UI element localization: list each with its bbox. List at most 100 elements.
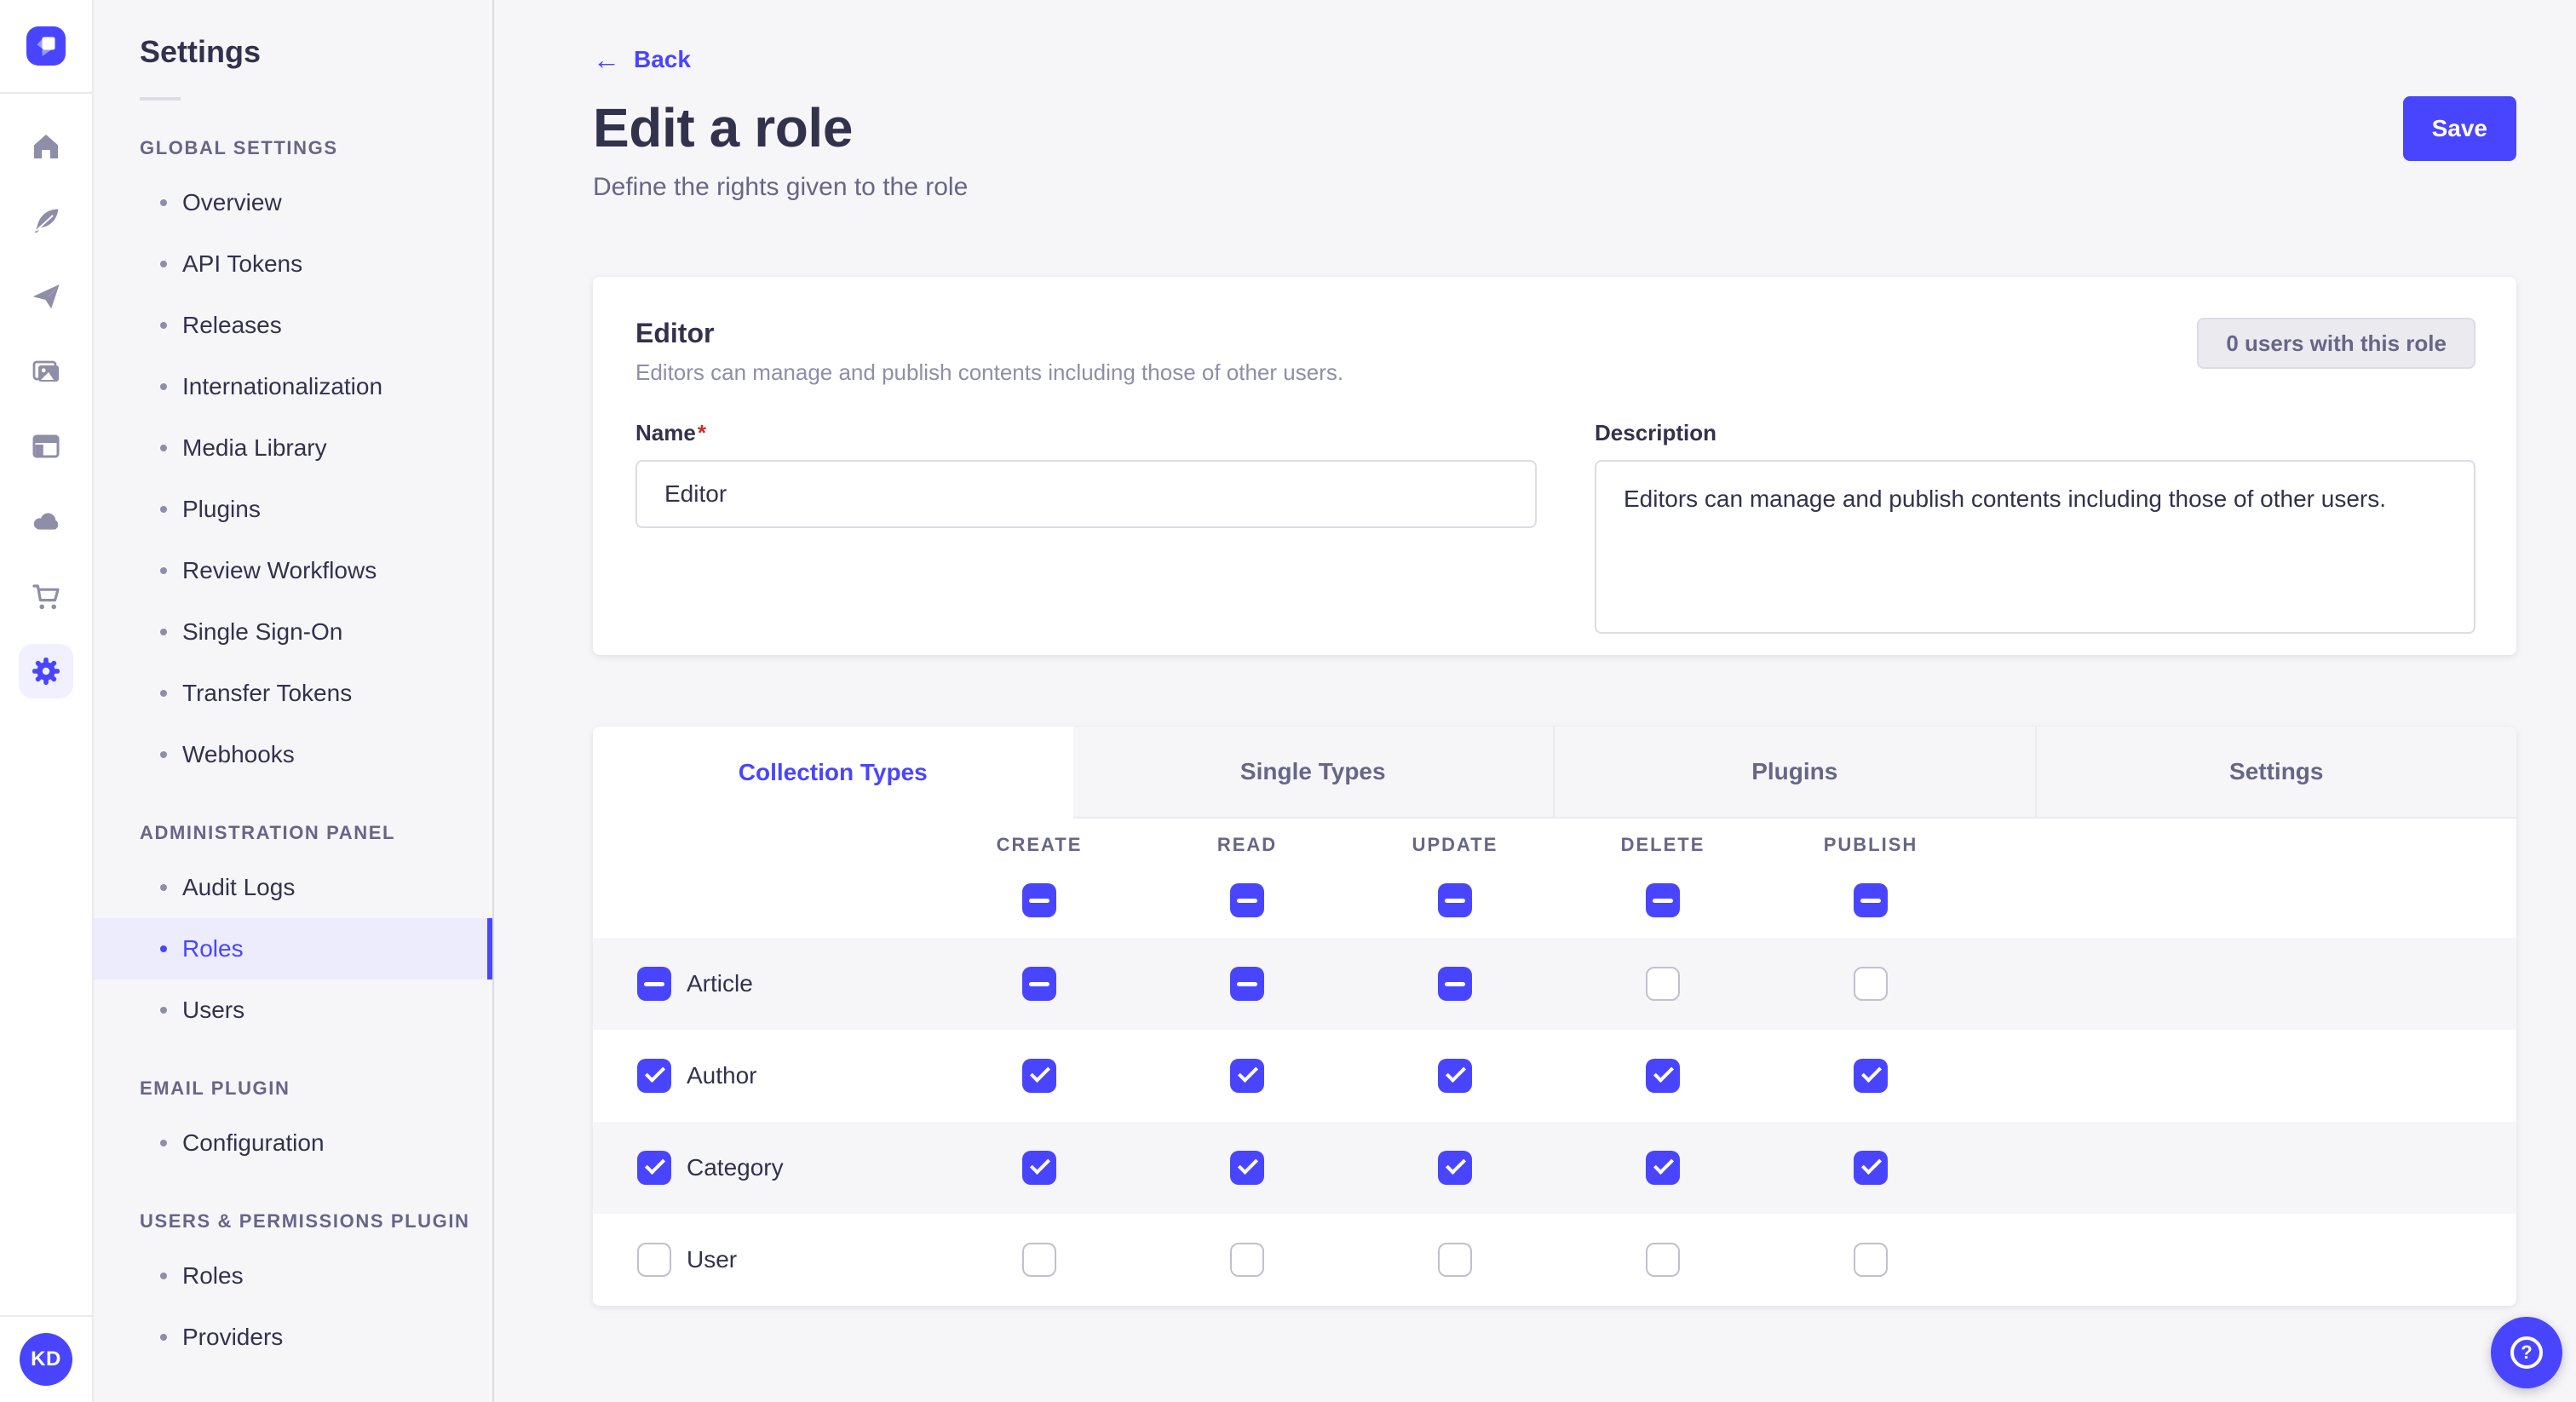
- row-checkbox-author[interactable]: [637, 1059, 671, 1093]
- permission-row-category: Category: [593, 1122, 2516, 1214]
- user-delete-checkbox[interactable]: [1646, 1243, 1680, 1277]
- sidebar-item-roles[interactable]: Roles: [94, 1245, 492, 1307]
- sidebar-item-plugins[interactable]: Plugins: [94, 479, 492, 540]
- sidebar-item-media-library[interactable]: Media Library: [94, 417, 492, 479]
- sidebar-item-webhooks[interactable]: Webhooks: [94, 724, 492, 785]
- home-icon[interactable]: [29, 129, 63, 164]
- rail-bottom: KD: [0, 1315, 92, 1402]
- sidebar-item-users[interactable]: Users: [94, 980, 492, 1041]
- cart-icon[interactable]: [29, 579, 63, 613]
- tab-plugins[interactable]: Plugins: [1553, 727, 2035, 819]
- user-create-checkbox[interactable]: [1022, 1243, 1056, 1277]
- sidebar-item-releases[interactable]: Releases: [94, 295, 492, 356]
- category-read-checkbox[interactable]: [1230, 1151, 1264, 1185]
- select-all-checkbox-update[interactable]: [1438, 883, 1472, 917]
- back-link[interactable]: ← Back: [593, 46, 691, 73]
- role-info-card: Editor Editors can manage and publish co…: [593, 277, 2516, 655]
- layout-icon[interactable]: [29, 429, 63, 463]
- sidebar-item-internationalization[interactable]: Internationalization: [94, 356, 492, 417]
- sidebar-item-audit-logs[interactable]: Audit Logs: [94, 857, 492, 918]
- column-header-read: READ: [1143, 834, 1351, 856]
- user-publish-checkbox[interactable]: [1854, 1243, 1888, 1277]
- bullet-icon: [160, 690, 167, 697]
- name-field-label: Name*: [635, 420, 1537, 446]
- sidebar-item-single-sign-on[interactable]: Single Sign-On: [94, 601, 492, 663]
- sidebar-item-label: Transfer Tokens: [182, 680, 352, 707]
- sidebar-item-providers[interactable]: Providers: [94, 1307, 492, 1368]
- row-checkbox-user[interactable]: [637, 1243, 671, 1277]
- sidebar-item-label: Releases: [182, 312, 282, 339]
- strapi-logo[interactable]: [26, 26, 66, 66]
- user-avatar[interactable]: KD: [20, 1333, 72, 1386]
- tab-single-types[interactable]: Single Types: [1073, 727, 1554, 819]
- users-count-badge: 0 users with this role: [2197, 318, 2475, 369]
- author-read-checkbox[interactable]: [1230, 1059, 1264, 1093]
- sidebar-title: Settings: [94, 34, 492, 70]
- row-checkbox-article[interactable]: [637, 967, 671, 1001]
- row-label: Category: [687, 1154, 784, 1181]
- category-create-checkbox[interactable]: [1022, 1151, 1056, 1185]
- role-name-input[interactable]: [635, 460, 1537, 528]
- author-create-checkbox[interactable]: [1022, 1059, 1056, 1093]
- paper-plane-icon[interactable]: [29, 279, 63, 313]
- article-update-checkbox[interactable]: [1438, 967, 1472, 1001]
- select-all-checkbox-read[interactable]: [1230, 883, 1264, 917]
- app-window: KD Settings GLOBAL SETTINGSOverviewAPI T…: [0, 0, 2576, 1402]
- article-publish-checkbox[interactable]: [1854, 967, 1888, 1001]
- feather-icon[interactable]: [29, 204, 63, 238]
- permission-row-article: Article: [593, 938, 2516, 1030]
- user-update-checkbox[interactable]: [1438, 1243, 1472, 1277]
- sidebar-item-label: Overview: [182, 189, 282, 216]
- category-update-checkbox[interactable]: [1438, 1151, 1472, 1185]
- tab-settings[interactable]: Settings: [2035, 727, 2517, 819]
- sidebar-item-transfer-tokens[interactable]: Transfer Tokens: [94, 663, 492, 724]
- sidebar-item-overview[interactable]: Overview: [94, 172, 492, 233]
- tab-collection-types[interactable]: Collection Types: [593, 727, 1073, 819]
- article-read-checkbox[interactable]: [1230, 967, 1264, 1001]
- author-delete-checkbox[interactable]: [1646, 1059, 1680, 1093]
- sidebar-item-label: Plugins: [182, 496, 261, 523]
- sidebar-item-label: Configuration: [182, 1129, 325, 1157]
- sidebar-item-label: Roles: [182, 935, 244, 962]
- save-button[interactable]: Save: [2403, 96, 2516, 161]
- main-content: ← Back Edit a role Define the rights giv…: [494, 0, 2576, 1402]
- article-delete-checkbox[interactable]: [1646, 967, 1680, 1001]
- category-delete-checkbox[interactable]: [1646, 1151, 1680, 1185]
- sidebar-item-label: Media Library: [182, 434, 327, 462]
- sidebar-item-label: Review Workflows: [182, 557, 377, 584]
- role-description-text: Editors can manage and publish contents …: [635, 359, 1343, 386]
- bullet-icon: [160, 884, 167, 891]
- logo-cell: [0, 0, 92, 94]
- rail-icon-list: [0, 94, 92, 1315]
- sidebar-item-roles[interactable]: Roles: [94, 918, 492, 980]
- sidebar-title-divider: [140, 97, 181, 101]
- sidebar-item-label: Roles: [182, 1262, 244, 1290]
- sidebar-item-review-workflows[interactable]: Review Workflows: [94, 540, 492, 601]
- cloud-icon[interactable]: [29, 504, 63, 538]
- author-update-checkbox[interactable]: [1438, 1059, 1472, 1093]
- author-publish-checkbox[interactable]: [1854, 1059, 1888, 1093]
- row-checkbox-category[interactable]: [637, 1151, 671, 1185]
- sidebar-item-label: Internationalization: [182, 373, 382, 400]
- help-button[interactable]: ?: [2491, 1317, 2562, 1388]
- media-library-icon[interactable]: [29, 354, 63, 388]
- role-description-textarea[interactable]: Editors can manage and publish contents …: [1595, 460, 2475, 634]
- user-read-checkbox[interactable]: [1230, 1243, 1264, 1277]
- article-create-checkbox[interactable]: [1022, 967, 1056, 1001]
- sidebar-item-configuration[interactable]: Configuration: [94, 1112, 492, 1174]
- column-header-delete: DELETE: [1559, 834, 1767, 856]
- category-publish-checkbox[interactable]: [1854, 1151, 1888, 1185]
- bullet-icon: [160, 199, 167, 206]
- select-all-checkbox-publish[interactable]: [1854, 883, 1888, 917]
- select-all-checkbox-create[interactable]: [1022, 883, 1056, 917]
- sidebar-section-header: ADMINISTRATION PANEL: [94, 819, 492, 847]
- sidebar-item-api-tokens[interactable]: API Tokens: [94, 233, 492, 295]
- sidebar-section-header: USERS & PERMISSIONS PLUGIN: [94, 1208, 492, 1235]
- permissions-table-body: ArticleAuthorCategoryUser: [593, 938, 2516, 1306]
- bullet-icon: [160, 567, 167, 574]
- sidebar-item-label: Single Sign-On: [182, 618, 342, 646]
- select-all-checkbox-delete[interactable]: [1646, 883, 1680, 917]
- settings-gear-icon[interactable]: [29, 654, 63, 688]
- bullet-icon: [160, 629, 167, 635]
- sidebar-item-label: Webhooks: [182, 741, 295, 768]
